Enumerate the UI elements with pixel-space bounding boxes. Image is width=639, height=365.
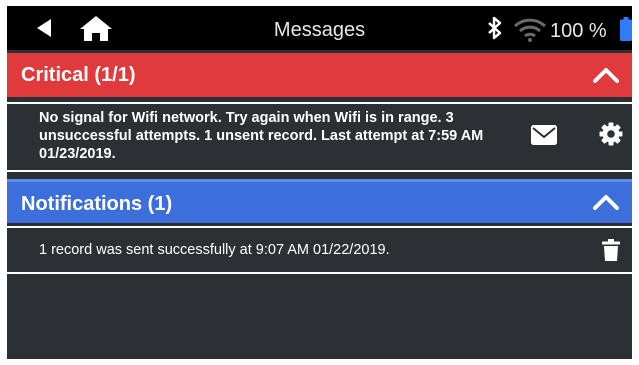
notifications-section-header[interactable]: Notifications (1) (7, 179, 632, 223)
gear-icon[interactable] (599, 122, 623, 146)
chevron-up-icon[interactable] (592, 192, 620, 212)
battery-percent: 100 % (550, 20, 607, 42)
bluetooth-icon (488, 16, 502, 40)
status-bar: Messages 100 % (7, 6, 632, 50)
notification-message-text: 1 record was sent successfully at 9:07 A… (39, 242, 390, 258)
trash-icon[interactable] (602, 239, 620, 261)
notification-message-row[interactable]: 1 record was sent successfully at 9:07 A… (7, 226, 632, 274)
notifications-header-label: Notifications (1) (21, 193, 173, 215)
critical-message-text: No signal for Wifi network. Try again wh… (39, 110, 484, 162)
mail-icon[interactable] (531, 125, 557, 145)
back-arrow-icon[interactable] (35, 18, 55, 38)
home-icon[interactable] (79, 15, 113, 42)
wifi-icon (513, 18, 547, 42)
critical-message-row[interactable]: No signal for Wifi network. Try again wh… (7, 102, 632, 172)
critical-header-label: Critical (1/1) (21, 64, 136, 86)
critical-section-header[interactable]: Critical (1/1) (7, 53, 632, 97)
device-screen: Messages 100 % Critical (1/1) No signal … (7, 6, 632, 359)
chevron-up-icon[interactable] (592, 65, 620, 85)
battery-icon (620, 17, 632, 41)
